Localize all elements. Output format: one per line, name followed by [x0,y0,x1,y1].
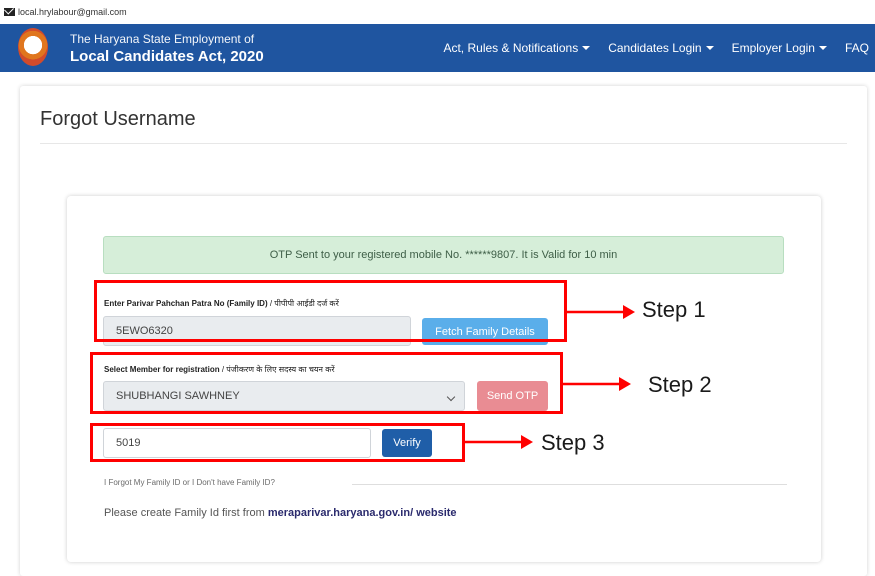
forgot-family-id-link[interactable]: I Forgot My Family ID or I Don't have Fa… [104,478,275,487]
separator-line [352,484,787,485]
top-strip: local.hrylabour@gmail.com [0,0,875,24]
arrow-right-icon [563,377,631,391]
haryana-emblem-logo [18,28,48,66]
brand[interactable]: The Haryana State Employment of Local Ca… [70,32,264,65]
brand-line-2: Local Candidates Act, 2020 [70,48,264,65]
page-title: Forgot Username [40,108,196,130]
step-3-label: Step 3 [541,430,605,455]
note-prefix: Please create Family Id first from [104,507,268,519]
brand-line-1: The Haryana State Employment of [70,32,255,46]
annotation-box-step-2 [90,352,563,414]
contact-email: local.hrylabour@gmail.com [18,7,127,17]
caret-down-icon [705,46,714,50]
nav-menu: Act, Rules & Notifications Candidates Lo… [443,41,869,55]
title-divider [40,143,847,144]
nav-label: Employer Login [731,41,815,55]
nav-label: Act, Rules & Notifications [443,41,579,55]
step-1-label: Step 1 [642,297,706,322]
mail-icon [4,8,15,16]
nav-acts-rules[interactable]: Act, Rules & Notifications [443,41,591,55]
nav-faq[interactable]: FAQ [845,41,869,55]
meraparivar-link[interactable]: meraparivar.haryana.gov.in/ website [268,507,457,519]
nav-employer-login[interactable]: Employer Login [732,41,827,55]
otp-alert: OTP Sent to your registered mobile No. *… [103,236,784,274]
nav-label: FAQ [844,41,869,55]
caret-down-icon [818,46,827,50]
annotation-box-step-1 [94,280,567,342]
create-family-id-note: Please create Family Id first from merap… [104,507,457,519]
nav-candidates-login[interactable]: Candidates Login [608,41,714,55]
caret-down-icon [582,46,591,50]
annotation-box-step-3 [90,423,465,462]
arrow-right-icon [567,305,635,319]
step-2-label: Step 2 [648,372,712,397]
nav-label: Candidates Login [608,41,702,55]
navbar: The Haryana State Employment of Local Ca… [0,24,875,72]
arrow-right-icon [465,435,533,449]
